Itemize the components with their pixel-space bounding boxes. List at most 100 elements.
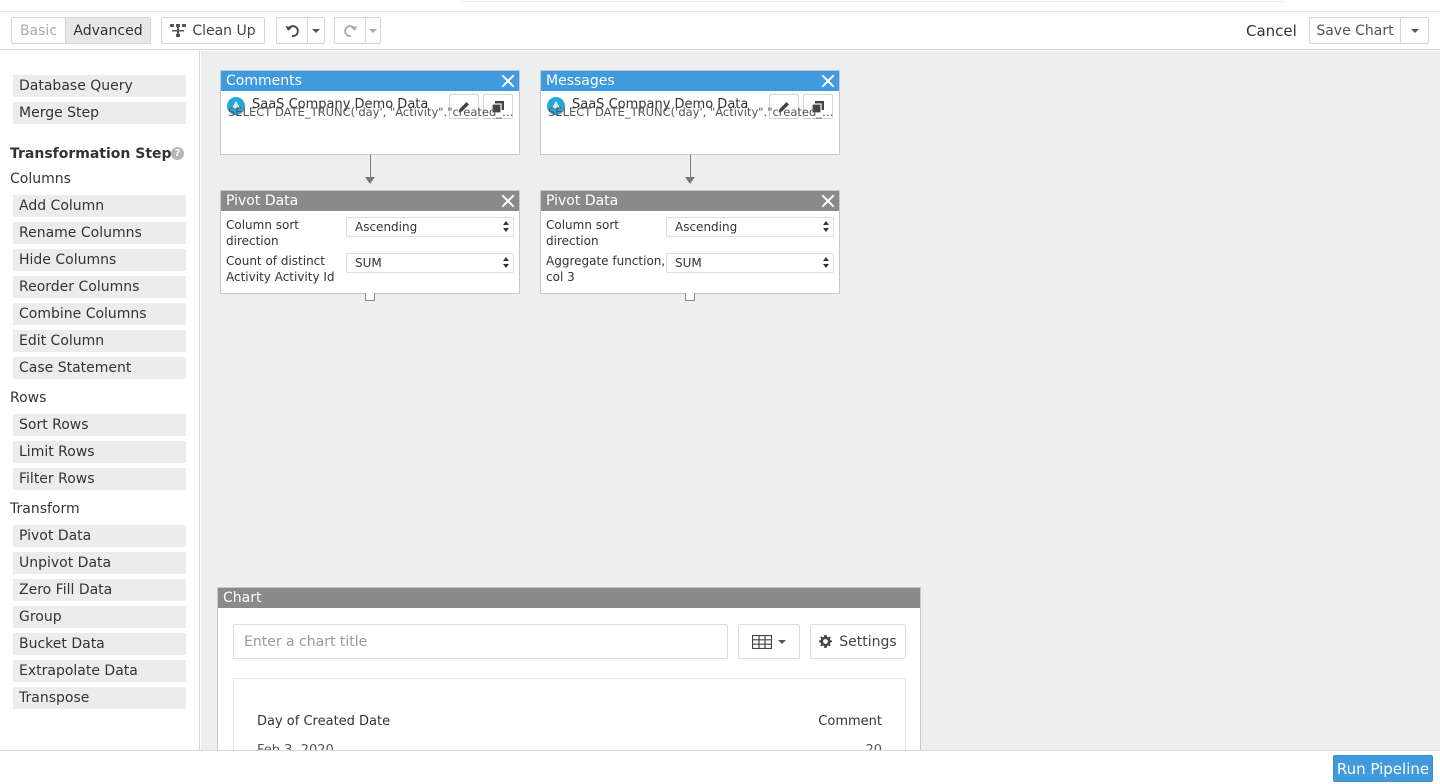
node-title: Messages <box>546 73 615 89</box>
close-icon[interactable] <box>501 74 515 88</box>
aggregate-value: SUM <box>675 256 702 270</box>
cancel-link[interactable]: Cancel <box>1246 22 1297 40</box>
sort-direction-select[interactable]: Ascending <box>346 217 514 237</box>
sidebar: Database Query Merge Step Transformation… <box>0 51 200 750</box>
output-port[interactable] <box>365 293 375 301</box>
sidebar-item-rename-columns[interactable]: Rename Columns <box>13 222 186 244</box>
aggregate-select[interactable]: SUM <box>346 253 514 273</box>
redo-dropdown-button[interactable] <box>365 17 381 44</box>
pivot-row: Column sort direction Ascending <box>221 211 519 248</box>
sidebar-item-add-column[interactable]: Add Column <box>13 195 186 217</box>
sidebar-item-pivot-data[interactable]: Pivot Data <box>13 525 186 547</box>
updown-icon <box>503 257 509 269</box>
node-pivot-data-1[interactable]: Pivot Data Column sort direction Ascendi… <box>220 190 520 294</box>
arrow-down-icon <box>685 177 695 184</box>
column-header: Comment <box>818 714 882 729</box>
sidebar-item-transpose[interactable]: Transpose <box>13 687 186 709</box>
connector-line <box>690 155 691 177</box>
node-pivot-data-2[interactable]: Pivot Data Column sort direction Ascendi… <box>540 190 840 294</box>
redo-icon <box>343 24 357 37</box>
top-strip <box>0 0 1440 12</box>
sort-direction-label: Column sort direction <box>226 218 300 248</box>
top-strip-ghost <box>462 0 1286 2</box>
gear-icon <box>819 635 833 648</box>
rows-heading: Rows <box>10 390 47 406</box>
chart-settings-button[interactable]: Settings <box>810 624 906 659</box>
sidebar-item-edit-column[interactable]: Edit Column <box>13 330 186 352</box>
sidebar-item-hide-columns[interactable]: Hide Columns <box>13 249 186 271</box>
aggregate-label: Count of distinct Activity Activity Id <box>226 254 335 284</box>
node-title: Pivot Data <box>546 193 619 209</box>
sidebar-item-reorder-columns[interactable]: Reorder Columns <box>13 276 186 298</box>
transformation-steps-heading: Transformation Steps <box>10 146 180 162</box>
chart-title-input[interactable] <box>233 624 728 659</box>
column-header: Day of Created Date <box>257 714 391 729</box>
sidebar-item-merge-step[interactable]: Merge Step <box>13 102 186 124</box>
sort-direction-label: Column sort direction <box>546 218 620 248</box>
node-header: Pivot Data <box>221 191 519 211</box>
node-comments[interactable]: Comments ⟁ SaaS Company Demo Data SELECT… <box>220 70 520 155</box>
sort-direction-value: Ascending <box>355 220 418 234</box>
chevron-down-icon <box>312 28 320 33</box>
node-header: Pivot Data <box>541 191 839 211</box>
help-icon[interactable]: ? <box>171 147 184 160</box>
chevron-down-icon <box>369 28 377 33</box>
node-title: Comments <box>226 73 302 89</box>
pivot-row: Aggregate function, col 3 SUM <box>541 247 839 284</box>
redo-button[interactable] <box>334 17 366 44</box>
footer-bar: Run Pipeline <box>0 750 1440 784</box>
aggregate-value: SUM <box>355 256 382 270</box>
run-pipeline-button[interactable]: Run Pipeline <box>1333 755 1433 782</box>
chevron-down-icon <box>778 639 786 644</box>
basic-mode-button[interactable]: Basic <box>11 17 66 44</box>
sidebar-item-group[interactable]: Group <box>13 606 186 628</box>
sidebar-item-extrapolate-data[interactable]: Extrapolate Data <box>13 660 186 682</box>
sort-direction-select[interactable]: Ascending <box>666 217 834 237</box>
aggregate-label: Aggregate function, col 3 <box>546 254 666 284</box>
toolbar: Basic Advanced Clean Up Cancel Save Char… <box>0 12 1440 50</box>
pivot-row: Count of distinct Activity Activity Id S… <box>221 247 519 284</box>
chart-type-button[interactable] <box>738 624 800 659</box>
sidebar-item-unpivot-data[interactable]: Unpivot Data <box>13 552 186 574</box>
updown-icon <box>823 257 829 269</box>
close-icon[interactable] <box>821 194 835 208</box>
undo-dropdown-button[interactable] <box>307 17 325 44</box>
pivot-row: Column sort direction Ascending <box>541 211 839 248</box>
undo-button[interactable] <box>276 17 308 44</box>
sidebar-item-sort-rows[interactable]: Sort Rows <box>13 414 186 436</box>
sidebar-item-combine-columns[interactable]: Combine Columns <box>13 303 186 325</box>
sidebar-item-database-query[interactable]: Database Query <box>13 75 186 97</box>
sort-direction-value: Ascending <box>675 220 738 234</box>
node-header: Messages <box>541 71 839 91</box>
updown-icon <box>823 221 829 233</box>
settings-label: Settings <box>839 633 897 650</box>
aggregate-select[interactable]: SUM <box>666 253 834 273</box>
output-port[interactable] <box>685 293 695 301</box>
sidebar-item-filter-rows[interactable]: Filter Rows <box>13 468 186 490</box>
close-icon[interactable] <box>821 74 835 88</box>
arrow-down-icon <box>365 177 375 184</box>
sidebar-item-zero-fill-data[interactable]: Zero Fill Data <box>13 579 186 601</box>
hierarchy-icon <box>170 24 187 37</box>
sidebar-item-bucket-data[interactable]: Bucket Data <box>13 633 186 655</box>
advanced-mode-button[interactable]: Advanced <box>65 17 151 44</box>
node-messages[interactable]: Messages ⟁ SaaS Company Demo Data SELECT… <box>540 70 840 155</box>
save-chart-button[interactable]: Save Chart <box>1309 17 1401 44</box>
undo-icon <box>285 24 299 37</box>
save-dropdown-button[interactable] <box>1400 17 1429 44</box>
cleanup-label: Clean Up <box>192 22 256 39</box>
node-header: Comments <box>221 71 519 91</box>
close-icon[interactable] <box>501 194 515 208</box>
connector-line <box>370 155 371 177</box>
chart-panel: Chart Settings Day of Created Date Comme… <box>217 587 921 768</box>
updown-icon <box>503 221 509 233</box>
sidebar-item-limit-rows[interactable]: Limit Rows <box>13 441 186 463</box>
sql-preview: SELECT DATE_TRUNC('day', "Activity"."cre… <box>228 105 514 119</box>
columns-heading: Columns <box>10 171 71 187</box>
cleanup-button[interactable]: Clean Up <box>161 17 265 44</box>
chart-panel-header: Chart <box>218 588 920 608</box>
sql-preview: SELECT DATE_TRUNC('day', "Activity"."cre… <box>548 105 834 119</box>
node-title: Pivot Data <box>226 193 299 209</box>
sidebar-item-case-statement[interactable]: Case Statement <box>13 357 186 379</box>
chevron-down-icon <box>1410 28 1419 33</box>
